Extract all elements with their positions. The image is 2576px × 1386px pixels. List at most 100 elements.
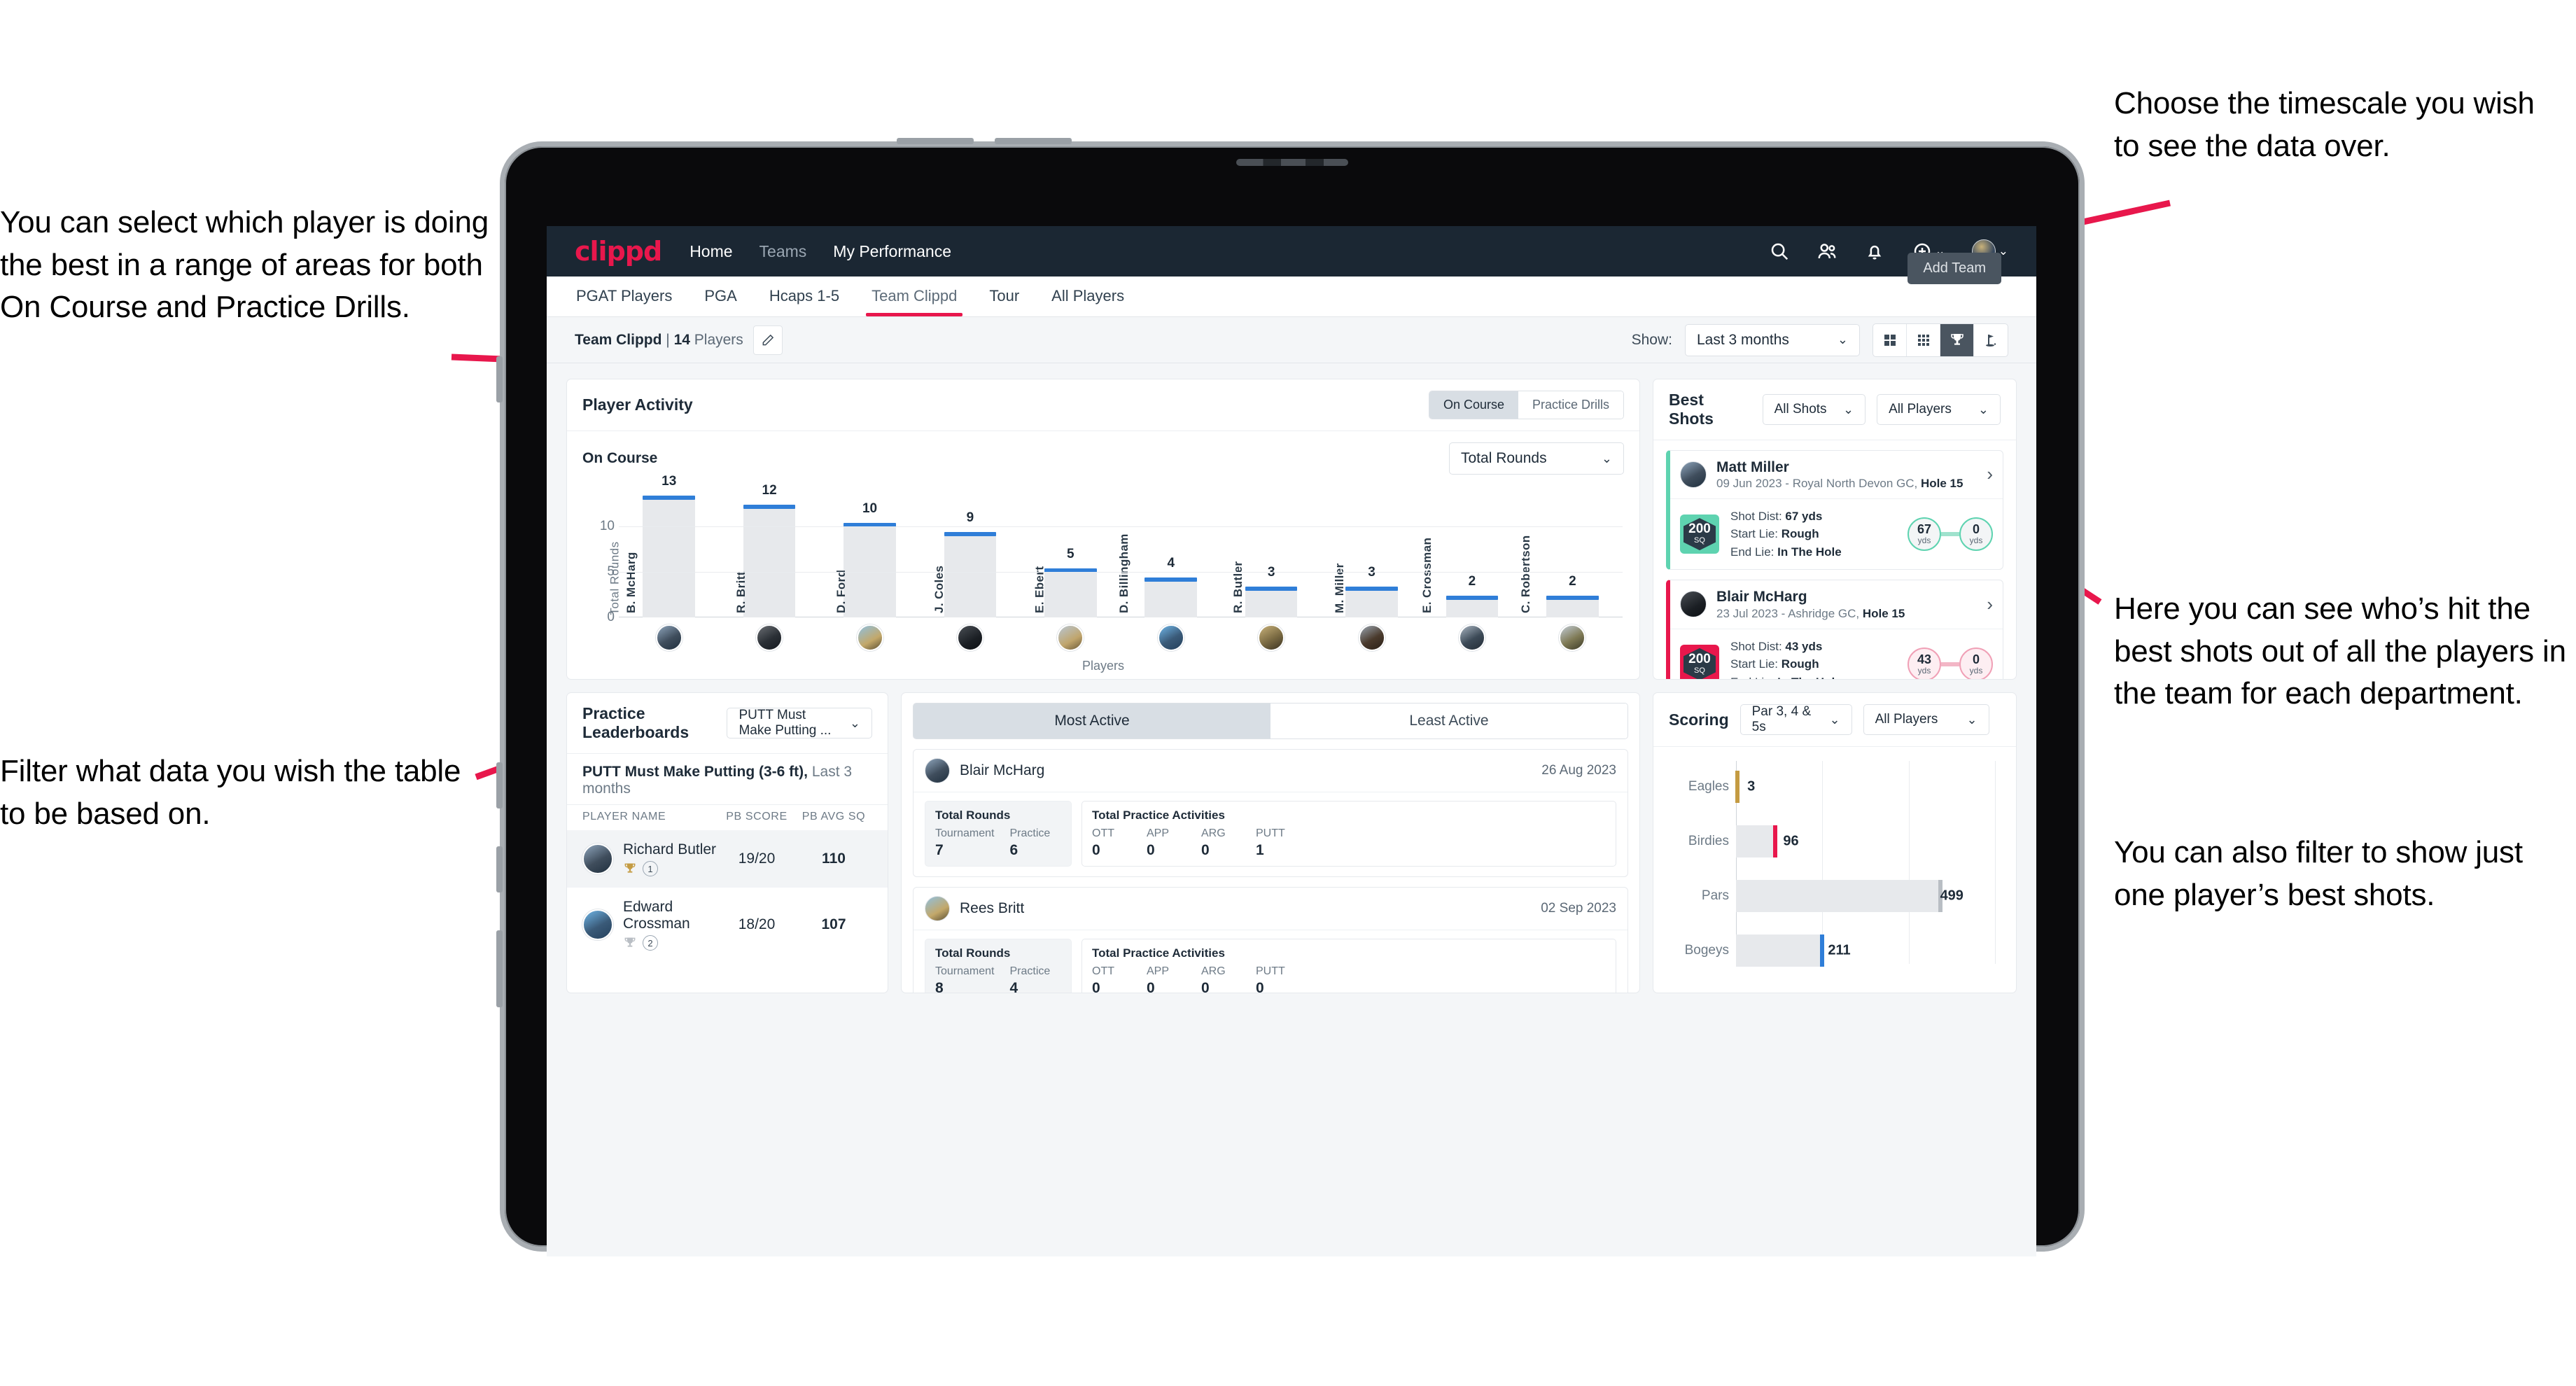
chart-bar[interactable]: R. Britt — [734, 505, 796, 617]
practice-activities-title: Total Practice Activities — [1092, 946, 1225, 960]
chart-bar-label: E. Ebert — [1032, 566, 1046, 613]
chart-bar-column[interactable]: 2 E. Crossman — [1420, 490, 1522, 617]
timescale-select[interactable]: Last 3 months ⌄ — [1685, 323, 1860, 356]
avatar[interactable] — [756, 624, 783, 651]
scoring-bar-row[interactable] — [1736, 825, 1998, 858]
search-icon[interactable] — [1769, 241, 1790, 262]
avatar[interactable] — [1258, 624, 1285, 651]
drill-select[interactable]: PUTT Must Make Putting ... ⌄ — [727, 708, 872, 738]
chart-avatar-cell — [1121, 624, 1221, 651]
dashboard-row-bottom: Practice Leaderboards PUTT Must Make Put… — [566, 692, 2017, 993]
chevron-right-icon[interactable]: › — [1987, 463, 1993, 485]
annotation-timescale: Choose the timescale you wish to see the… — [2114, 86, 2535, 163]
stat-value: 0 — [1092, 842, 1100, 858]
leaderboard-player-name: Richard Butler — [623, 841, 717, 858]
best-shots-shot-filter[interactable]: All Shots ⌄ — [1762, 394, 1866, 425]
chart-bar-column[interactable]: 9 J. Coles — [920, 490, 1020, 617]
avatar[interactable] — [1157, 624, 1184, 651]
avatar[interactable] — [655, 624, 682, 651]
chart-avatar-cell — [1021, 624, 1121, 651]
grid-2x2-icon[interactable] — [1873, 323, 1907, 356]
leaderboard-rank: 1 — [643, 861, 658, 876]
tab-least-active[interactable]: Least Active — [1270, 704, 1628, 738]
avatar[interactable] — [1057, 624, 1084, 651]
avatar[interactable] — [1559, 624, 1586, 651]
chart-bar-column[interactable]: 5 E. Ebert — [1021, 490, 1121, 617]
segment-practice-drills[interactable]: Practice Drills — [1518, 391, 1623, 419]
scoring-player-filter[interactable]: All Players ⌄ — [1863, 704, 1989, 735]
on-course-label: On Course — [582, 450, 658, 466]
segment-on-course[interactable]: On Course — [1429, 391, 1518, 419]
stat-pair: OTT 0 — [1092, 965, 1131, 993]
add-team-button[interactable]: Add Team — [1907, 253, 2001, 284]
avatar[interactable] — [956, 624, 983, 651]
best-shot-identity: Matt Miller 09 Jun 2023 - Royal North Dev… — [1716, 458, 1963, 491]
bell-icon[interactable] — [1864, 241, 1885, 262]
chart-bar-column[interactable]: 2 C. Robertson — [1520, 490, 1623, 617]
scoring-par-filter[interactable]: Par 3, 4 & 5s ⌄ — [1740, 704, 1852, 735]
drill-subtitle: PUTT Must Make Putting (3-6 ft), Last 3 … — [567, 754, 888, 804]
trophy-icon[interactable] — [1940, 323, 1974, 356]
people-icon[interactable] — [1816, 241, 1837, 262]
nav-link-my-performance[interactable]: My Performance — [833, 242, 951, 261]
tab-most-active[interactable]: Most Active — [913, 704, 1270, 738]
nav-link-teams[interactable]: Teams — [760, 242, 807, 261]
tab-all-players[interactable]: All Players — [1050, 277, 1126, 316]
activity-tabs: Most Active Least Active — [913, 703, 1628, 739]
avatar[interactable] — [1458, 624, 1485, 651]
players-word-text: Players — [694, 331, 743, 348]
chart-bar[interactable]: J. Coles — [932, 532, 997, 617]
nav-link-home[interactable]: Home — [690, 242, 732, 261]
scoring-bar — [1736, 825, 1778, 858]
tab-team-clippd[interactable]: Team Clippd — [866, 277, 963, 316]
activity-player-card[interactable]: Blair McHarg 26 Aug 2023 Total Rounds Tourn… — [913, 749, 1628, 877]
golf-flag-icon[interactable] — [1974, 324, 2008, 356]
chevron-right-icon[interactable]: › — [1987, 594, 1993, 615]
leaderboard-row[interactable]: Richard Butler 1 19/20 110 — [567, 830, 888, 888]
scoring-bar-value: 211 — [1828, 942, 1851, 958]
chart-gridline — [619, 526, 1623, 527]
best-shots-player-filter[interactable]: All Players ⌄ — [1877, 394, 2001, 425]
chart-bar-column[interactable]: 4 D. Billingham — [1117, 490, 1221, 617]
tab-pgat-players[interactable]: PGAT Players — [575, 277, 673, 316]
chart-bar[interactable]: C. Robertson — [1520, 535, 1599, 617]
scoring-bar-row[interactable] — [1736, 934, 1998, 967]
chart-bar-column[interactable]: 3R. Butler — [1221, 490, 1321, 617]
tablet-screen: clippd Home Teams My Performance ⌄ ⌄ PGA… — [547, 226, 2036, 1256]
clippd-logo[interactable]: clippd — [575, 236, 662, 267]
drill-value: PUTT Must Make Putting ... — [738, 708, 832, 738]
metric-select[interactable]: Total Rounds ⌄ — [1449, 442, 1624, 475]
stat-pair: ARG 0 — [1201, 827, 1240, 859]
chart-avatar-cell — [1322, 624, 1422, 651]
player-activity-card: Player Activity On Course Practice Drill… — [566, 379, 1640, 680]
grid-3x3-icon[interactable] — [1907, 323, 1940, 356]
leaderboard-row[interactable]: Edward Crossman 2 18/20 107 — [567, 888, 888, 962]
best-shot-card[interactable]: Matt Miller 09 Jun 2023 - Royal North Dev… — [1666, 449, 2003, 570]
tab-pga[interactable]: PGA — [703, 277, 738, 316]
avatar[interactable] — [856, 624, 883, 651]
tab-hcaps-1-5[interactable]: Hcaps 1-5 — [768, 277, 841, 316]
chart-bar[interactable]: E. Crossman — [1420, 538, 1499, 617]
chart-bar[interactable]: M. Miller — [1333, 563, 1398, 617]
best-shot-meta: 23 Jul 2023 - Ashridge GC, Hole 15 — [1716, 606, 1905, 620]
avatar[interactable] — [1358, 624, 1385, 651]
chart-bar[interactable]: R. Butler — [1231, 561, 1298, 617]
top-button — [897, 138, 974, 144]
stat-pair: Tournament 7 — [935, 827, 995, 859]
scoring-bar-row[interactable] — [1735, 771, 1998, 803]
edit-team-button[interactable] — [752, 325, 783, 355]
player-activity-title: Player Activity — [582, 396, 693, 414]
chart-bar[interactable]: B. McHarg — [624, 496, 695, 617]
activity-player-card[interactable]: Rees Britt 02 Sep 2023 Total Rounds Tournam… — [913, 887, 1628, 993]
best-shot-card[interactable]: Blair McHarg 23 Jul 2023 - Ashridge GC, H… — [1666, 580, 2003, 679]
tab-tour[interactable]: Tour — [988, 277, 1021, 316]
chart-bar-column[interactable]: 13 B. McHarg — [619, 474, 719, 617]
best-shot-header: Matt Miller 09 Jun 2023 - Royal North Dev… — [1670, 451, 2003, 498]
chart-bar-column[interactable]: 12 R. Britt — [719, 483, 819, 617]
chart-bar[interactable]: D. Billingham — [1117, 533, 1198, 617]
chart-bar-column[interactable]: 10 D. Ford — [820, 490, 920, 617]
activity-player-name: Blair McHarg — [960, 762, 1045, 778]
practice-activities-box: Total Practice Activities OTT 0 APP 0 ARG 0 PUT… — [1082, 801, 1616, 867]
chart-bar-column[interactable]: 3M. Miller — [1322, 490, 1422, 617]
chart-bar[interactable]: E. Ebert — [1033, 566, 1097, 617]
